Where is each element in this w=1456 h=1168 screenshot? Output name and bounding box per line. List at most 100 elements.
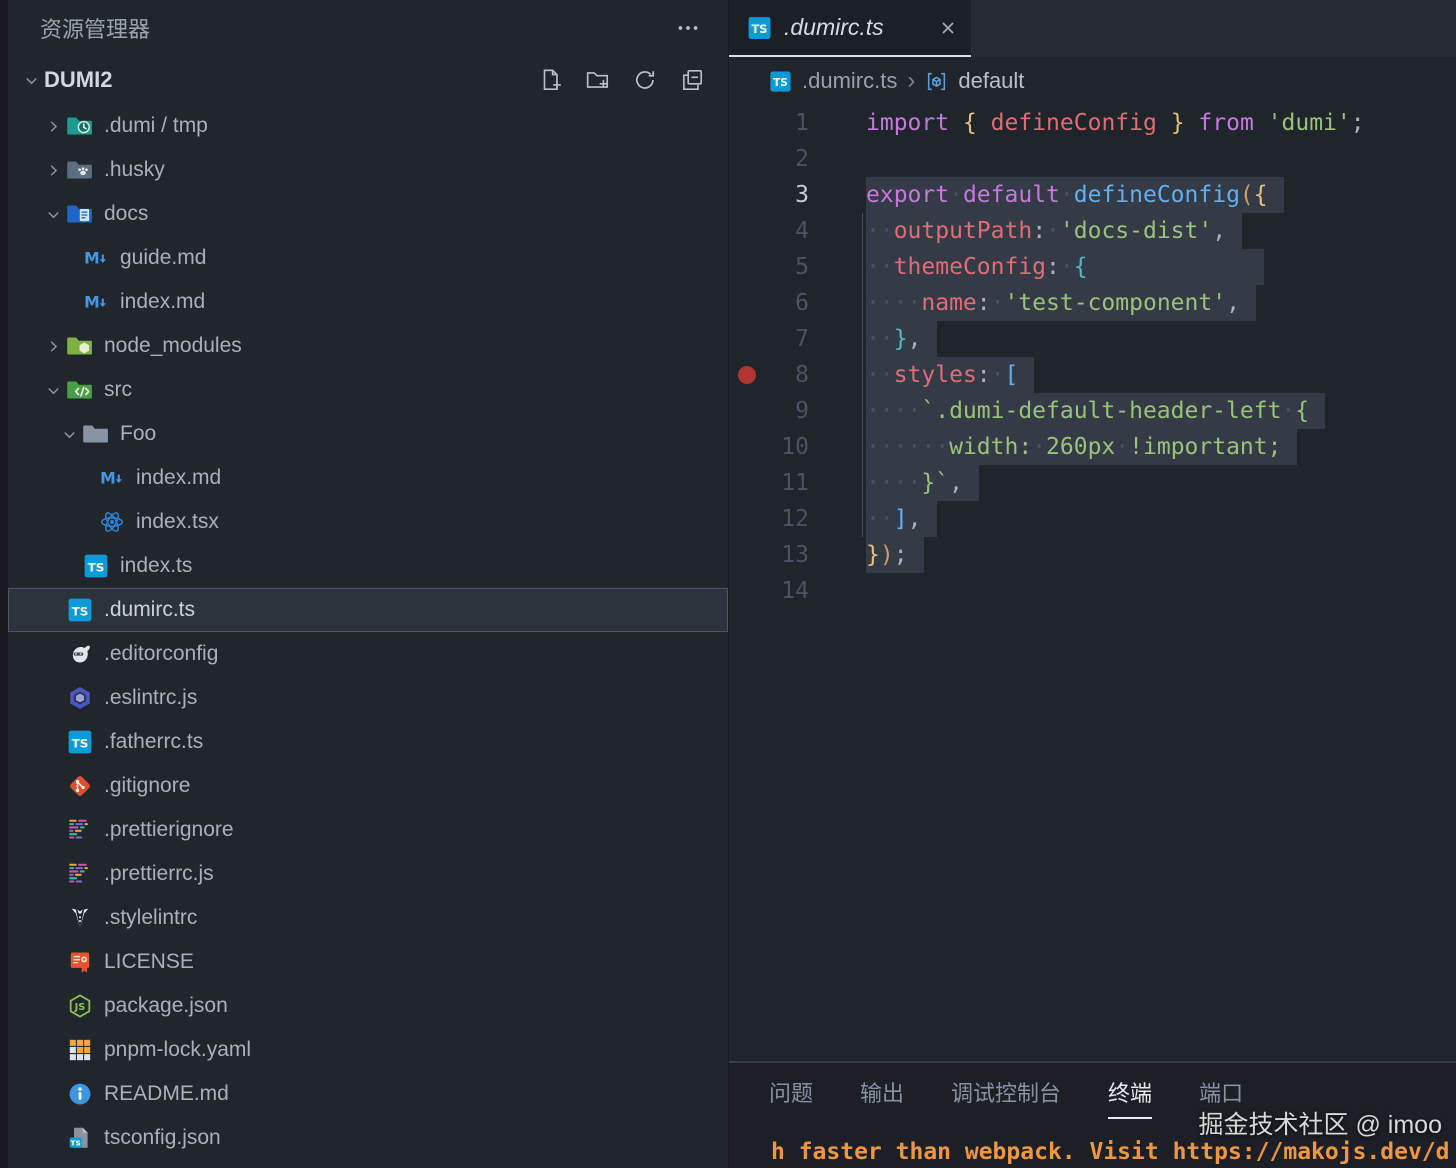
breadcrumb-file[interactable]: .dumirc.ts [802,68,897,94]
tree-item-eslintrc-js[interactable]: .eslintrc.js [8,676,728,720]
tree-item-fatherrc-ts[interactable]: TS .fatherrc.ts [8,720,728,764]
code-line-9: 9 ····`.dumi-default-header-left·{ [729,393,1456,429]
tree-item-gitignore[interactable]: .gitignore [8,764,728,808]
svg-text:TS: TS [88,560,105,574]
tree-item-dumirc-ts[interactable]: TS .dumirc.ts [8,588,728,632]
gutter[interactable] [729,321,765,357]
gutter[interactable] [729,573,765,609]
chevron-right-icon [40,157,66,183]
code-line-6: 6 ····name:·'test-component', [729,285,1456,321]
svg-text:TS: TS [72,604,89,618]
terminal-output: h faster than webpack. Visit https://mak… [771,1139,1450,1165]
gutter[interactable] [729,501,765,537]
tree-item-index-md[interactable]: Mindex.md [8,280,728,324]
code-text: ··styles:·[ [866,357,1035,393]
tree-item-label: .prettierignore [104,818,234,841]
tree-item-node-modules[interactable]: node_modules [8,324,728,368]
selection-highlight: export·default·defineConfig({ [866,177,1284,213]
tree-item-husky[interactable]: .husky [8,148,728,192]
gutter[interactable] [729,285,765,321]
selection-highlight: ··outputPath:·'docs-dist', [866,213,1243,249]
folder-temp-icon [66,112,94,140]
new-folder-icon[interactable] [584,66,612,94]
code-editor[interactable]: 1 import { defineConfig } from 'dumi'; 2 3 e… [729,105,1456,1061]
more-actions-icon[interactable] [674,14,702,42]
tree-item-label: index.md [136,466,222,489]
tree-item-index-ts[interactable]: TS index.ts [8,544,728,588]
new-file-icon[interactable] [537,66,565,94]
tree-item-stylelintrc[interactable]: .stylelintrc [8,896,728,940]
tree-item-package-json[interactable]: JS package.json [8,984,728,1028]
gutter[interactable] [729,537,765,573]
typescript-icon: TS [747,15,772,40]
code-text: ······width:·260px·!important; [866,429,1298,465]
panel-tab-输出[interactable]: 输出 [860,1076,904,1119]
svg-text:TS: TS [751,22,767,36]
typescript-icon: TS [769,70,792,93]
tree-item-index-md[interactable]: Mindex.md [8,456,728,500]
license-icon [66,948,94,976]
line-number: 14 [781,578,809,604]
close-icon[interactable] [937,17,959,39]
code-line-7: 7 ··}, [729,321,1456,357]
tree-item-pnpm-lock-yaml[interactable]: pnpm-lock.yaml [8,1028,728,1072]
tree-item-src[interactable]: src [8,368,728,412]
tree-item-docs[interactable]: docs [8,192,728,236]
svg-text:JS: JS [74,1002,86,1013]
code-line-10: 10 ······width:·260px·!important; [729,429,1456,465]
tree-item-index-tsx[interactable]: index.tsx [8,500,728,544]
tree-item-tsconfig-json[interactable]: TS tsconfig.json [8,1116,728,1160]
code-text: ····}`, [866,465,979,501]
markdown-icon: M [82,288,110,316]
tree-item-prettierrc-js[interactable]: .prettierrc.js [8,852,728,896]
line-number: 12 [781,506,809,532]
breakpoint-icon[interactable] [738,366,756,384]
code-text: import { defineConfig } from 'dumi'; [866,110,1365,136]
chevron-right-icon [40,113,66,139]
collapse-all-icon[interactable] [678,66,706,94]
explorer-sidebar: 资源管理器 DUMI2 .dumi / tmp .husky docs Mguide.… [8,0,728,1168]
tree-item-readme-md[interactable]: README.md [8,1072,728,1116]
panel-tab-终端[interactable]: 终端 [1108,1076,1153,1119]
panel-tab-调试控制台[interactable]: 调试控制台 [951,1076,1061,1119]
tree-item-dumi-tmp[interactable]: .dumi / tmp [8,104,728,148]
tab-dumirc-ts[interactable]: TS .dumirc.ts [729,0,971,57]
refresh-icon[interactable] [631,66,659,94]
code-text: ··outputPath:·'docs-dist', [866,213,1243,249]
gutter[interactable] [729,141,765,177]
tree-item-guide-md[interactable]: Mguide.md [8,236,728,280]
gutter[interactable] [729,429,765,465]
breakpoint-gutter[interactable] [729,357,765,393]
gutter[interactable] [729,465,765,501]
breadcrumb-symbol[interactable]: default [958,68,1024,94]
gutter[interactable] [729,105,765,141]
chevron-right-icon [40,333,66,359]
tree-item-label: .eslintrc.js [104,686,198,709]
chevron-down-icon [18,67,44,93]
tree-item-license[interactable]: LICENSE [8,940,728,984]
line-number: 10 [781,434,809,460]
gutter[interactable] [729,393,765,429]
gutter[interactable] [729,177,765,213]
tree-item-foo[interactable]: Foo [8,412,728,456]
line-number: 9 [795,398,809,424]
tree-item-prettierignore[interactable]: .prettierignore [8,808,728,852]
pnpm-icon [66,1036,94,1064]
gutter[interactable] [729,213,765,249]
gutter[interactable] [729,249,765,285]
line-number: 13 [781,542,809,568]
project-section-header[interactable]: DUMI2 [8,56,728,104]
svg-text:TS: TS [71,1138,81,1147]
tree-item-editorconfig[interactable]: .editorconfig [8,632,728,676]
panel-tab-问题[interactable]: 问题 [769,1076,813,1119]
folder-src-icon [66,376,94,404]
code-text: ····name:·'test-component', [866,285,1256,321]
editor-area: TS .dumirc.ts TS .dumirc.ts › default 1 i… [728,0,1456,1168]
tree-item-label: pnpm-lock.yaml [104,1038,252,1061]
